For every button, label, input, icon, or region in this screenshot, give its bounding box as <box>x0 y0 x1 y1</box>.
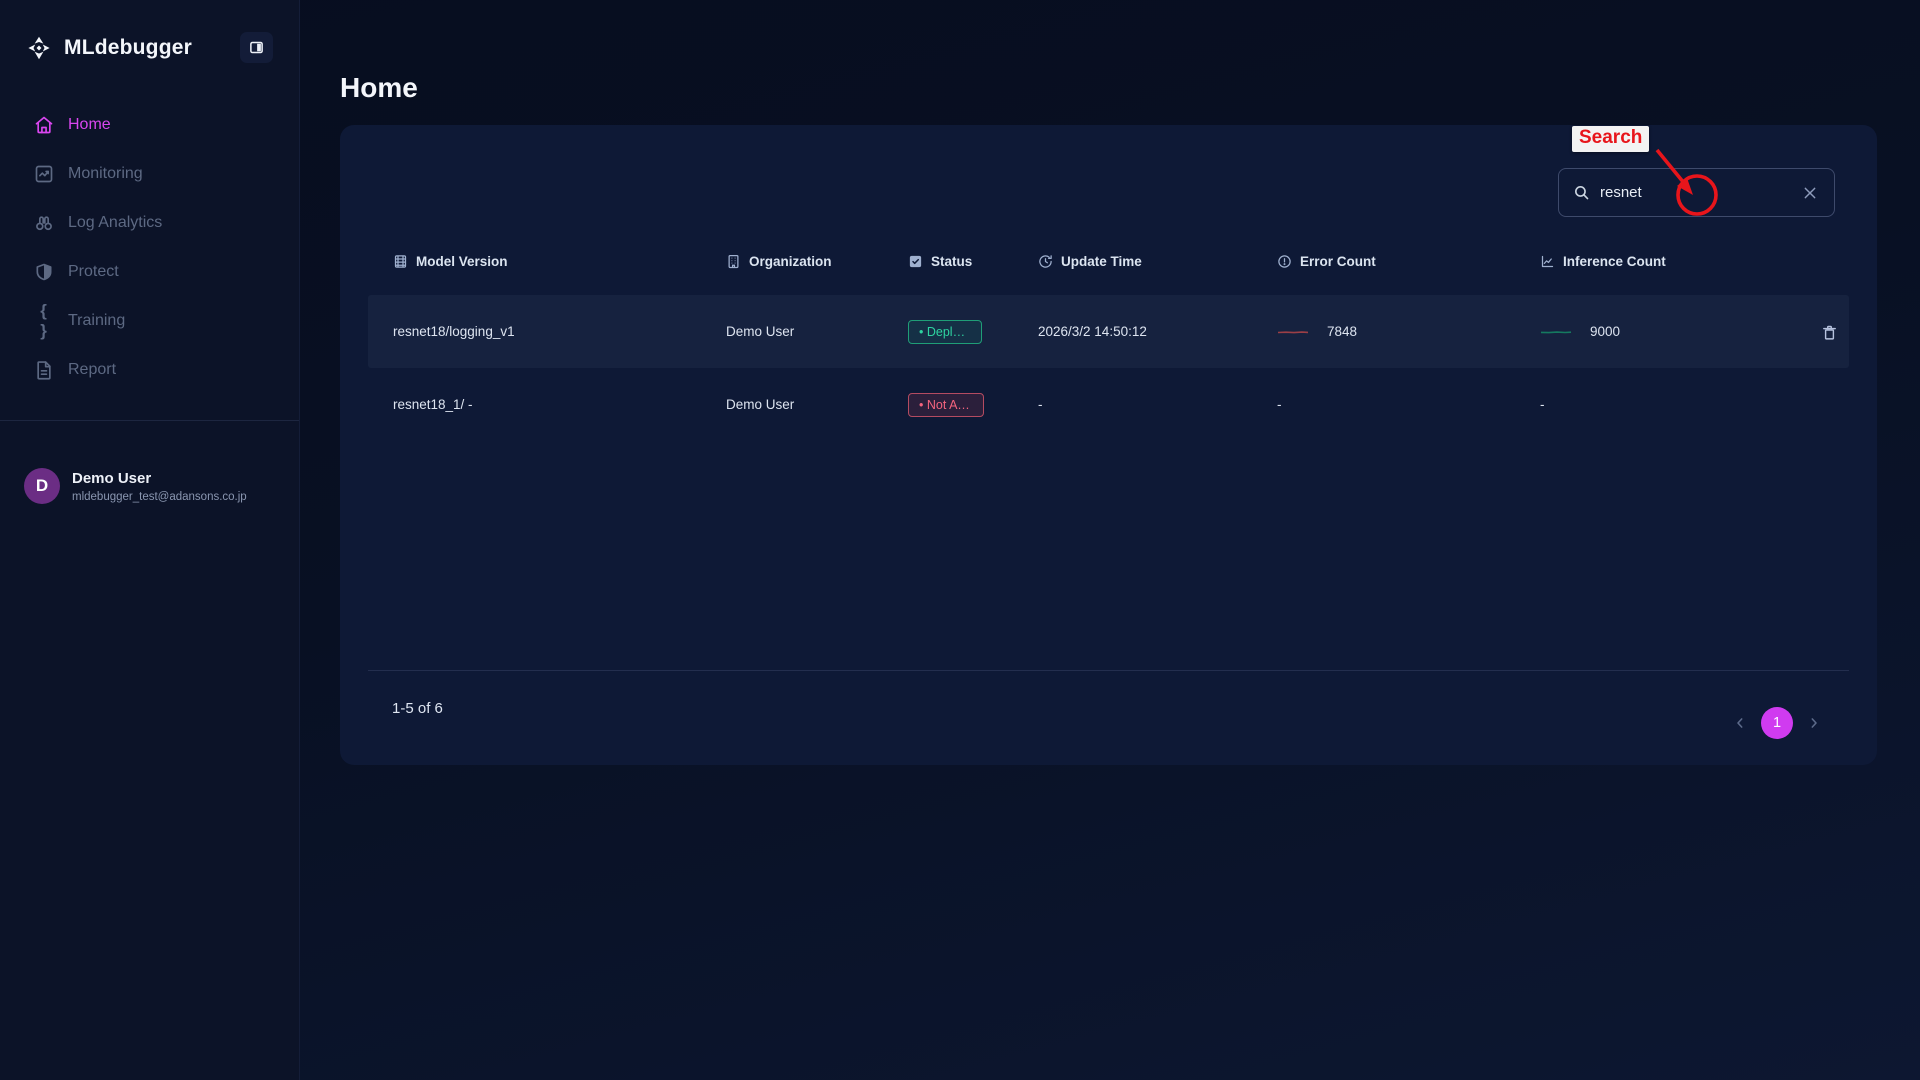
trash-icon <box>1821 324 1838 341</box>
avatar: D <box>24 468 60 504</box>
user-email: mldebugger_test@adansons.co.jp <box>72 491 247 503</box>
column-label: Update Time <box>1061 254 1142 269</box>
clear-search-button[interactable] <box>1800 183 1820 203</box>
main-content: Home Model Version Organization <box>300 0 1920 1080</box>
sidebar-item-protect[interactable]: Protect <box>0 247 299 296</box>
sidebar-item-home[interactable]: Home <box>0 100 299 149</box>
sidebar: MLdebugger Home Monitoring Log Analytics <box>0 0 300 1080</box>
column-header-organization: Organization <box>726 238 832 284</box>
clock-refresh-icon <box>1038 254 1053 269</box>
pagination-range-label: 1-5 of 6 <box>392 700 443 717</box>
pagination: 1 <box>1732 707 1822 739</box>
delete-button[interactable] <box>1812 315 1846 349</box>
table-row[interactable]: resnet18/logging_v1 Demo User Deployed 2… <box>368 295 1849 368</box>
alert-circle-icon <box>1277 254 1292 269</box>
building-icon <box>726 254 741 269</box>
status-badge: Deployed <box>908 320 982 344</box>
page-title: Home <box>340 72 418 104</box>
table-footer-divider <box>368 670 1849 671</box>
next-page-button[interactable] <box>1806 715 1822 731</box>
binoculars-icon <box>34 213 54 233</box>
column-header-model-version: Model Version <box>393 238 508 284</box>
monitoring-icon <box>34 164 54 184</box>
search-box <box>1558 168 1835 217</box>
column-header-update-time: Update Time <box>1038 238 1142 284</box>
sidebar-nav: Home Monitoring Log Analytics Protect { … <box>0 100 299 394</box>
cell-inference-count: 9000 <box>1540 295 1620 368</box>
chevron-left-icon <box>1732 715 1748 731</box>
error-sparkline <box>1277 327 1309 337</box>
line-chart-icon <box>1540 254 1555 269</box>
cell-organization: Demo User <box>726 368 794 441</box>
column-header-error-count: Error Count <box>1277 238 1376 284</box>
user-profile[interactable]: D Demo User mldebugger_test@adansons.co.… <box>24 468 247 504</box>
report-icon <box>34 360 54 380</box>
sidebar-toggle-button[interactable] <box>240 32 273 63</box>
shield-icon <box>34 262 54 282</box>
panel-collapse-icon <box>249 40 264 55</box>
sidebar-divider <box>0 420 299 421</box>
column-header-inference-count: Inference Count <box>1540 238 1666 284</box>
sidebar-item-label: Report <box>68 361 116 379</box>
cell-update-time: - <box>1038 368 1043 441</box>
chevron-right-icon <box>1806 715 1822 731</box>
column-label: Model Version <box>416 254 508 269</box>
error-count-value: 7848 <box>1327 324 1357 339</box>
page-1-button[interactable]: 1 <box>1761 707 1793 739</box>
column-label: Status <box>931 254 972 269</box>
app-logo-icon <box>24 33 54 63</box>
inference-sparkline <box>1540 327 1572 337</box>
sidebar-item-label: Monitoring <box>68 165 143 183</box>
column-label: Organization <box>749 254 832 269</box>
sidebar-item-log-analytics[interactable]: Log Analytics <box>0 198 299 247</box>
sidebar-item-report[interactable]: Report <box>0 345 299 394</box>
cell-model-version: resnet18/logging_v1 <box>393 295 515 368</box>
close-icon <box>1802 185 1818 201</box>
sidebar-item-label: Home <box>68 116 111 134</box>
cell-status: Deployed <box>908 295 982 368</box>
cell-inference-count: - <box>1540 368 1545 441</box>
cell-error-count: 7848 <box>1277 295 1357 368</box>
sidebar-item-label: Protect <box>68 263 119 281</box>
cell-status: Not Availa… <box>908 368 984 441</box>
status-badge: Not Availa… <box>908 393 984 417</box>
sidebar-item-monitoring[interactable]: Monitoring <box>0 149 299 198</box>
column-header-status: Status <box>908 238 972 284</box>
app-title: MLdebugger <box>64 36 192 60</box>
user-name: Demo User <box>72 470 247 487</box>
cell-model-version: resnet18_1/ - <box>393 368 473 441</box>
search-input[interactable] <box>1600 184 1790 201</box>
inference-count-value: 9000 <box>1590 324 1620 339</box>
column-label: Inference Count <box>1563 254 1666 269</box>
search-icon <box>1573 184 1590 201</box>
checkbox-icon <box>908 254 923 269</box>
sidebar-item-label: Log Analytics <box>68 214 162 232</box>
film-icon <box>393 254 408 269</box>
home-icon <box>34 115 54 135</box>
sidebar-item-label: Training <box>68 312 125 330</box>
cell-organization: Demo User <box>726 295 794 368</box>
models-card: Model Version Organization Status Update… <box>340 125 1877 765</box>
previous-page-button[interactable] <box>1732 715 1748 731</box>
sidebar-item-training[interactable]: { } Training <box>0 296 299 345</box>
braces-icon: { } <box>34 301 54 341</box>
cell-update-time: 2026/3/2 14:50:12 <box>1038 295 1147 368</box>
table-row[interactable]: resnet18_1/ - Demo User Not Availa… - - … <box>368 368 1849 441</box>
column-label: Error Count <box>1300 254 1376 269</box>
cell-error-count: - <box>1277 368 1282 441</box>
